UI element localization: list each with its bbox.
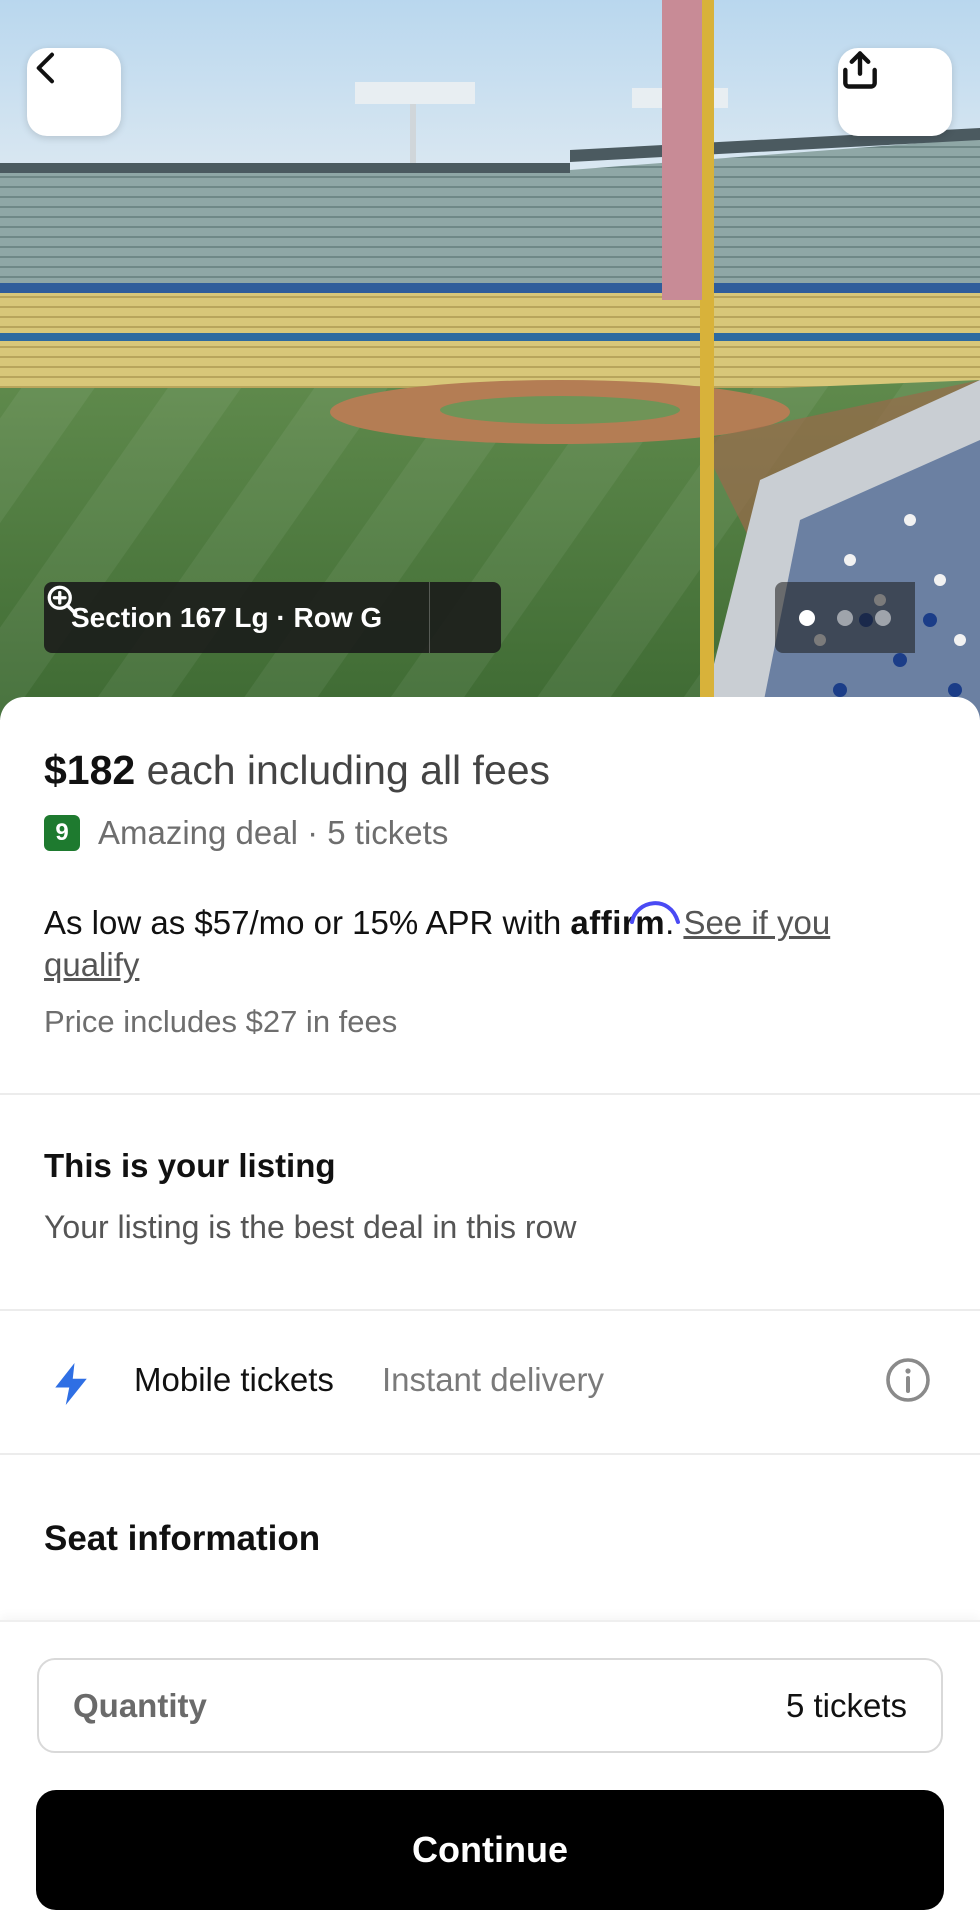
- quantity-selector[interactable]: Quantity 5 tickets: [37, 1658, 943, 1753]
- lightning-bolt-icon: [55, 1363, 87, 1405]
- listing-subtitle: Your listing is the best deal in this ro…: [44, 1209, 577, 1245]
- affirm-arc-icon: [630, 901, 681, 924]
- share-button[interactable]: [838, 48, 952, 136]
- delivery-subtitle: Instant delivery: [382, 1361, 604, 1398]
- share-icon: [843, 51, 877, 89]
- zoom-in-icon: [47, 585, 78, 616]
- deal-text: Amazing deal · 5 tickets: [98, 814, 449, 851]
- image-pager[interactable]: [775, 582, 915, 653]
- quantity-label: Quantity: [73, 1686, 207, 1724]
- back-button[interactable]: [27, 48, 121, 136]
- continue-button[interactable]: Continue: [36, 1790, 944, 1910]
- pager-dot-1[interactable]: [799, 609, 815, 626]
- deal-score-badge: 9: [44, 815, 80, 851]
- pager-dot-3[interactable]: [875, 609, 891, 626]
- divider: [0, 1093, 980, 1095]
- section-row-pill[interactable]: Section 167 Lg · Row G: [44, 582, 501, 653]
- quantity-value: 5 tickets: [785, 1686, 907, 1724]
- delivery-row[interactable]: Mobile tickets Instant delivery: [0, 1309, 980, 1453]
- financing-prefix: As low as $57/mo or 15% APR with: [44, 904, 571, 941]
- pager-dot-2[interactable]: [837, 609, 853, 626]
- price-suffix: each including all fees: [135, 747, 551, 793]
- financing-text: As low as $57/mo or 15% APR with affirm.…: [44, 901, 924, 986]
- section-row-label: Section 167 Lg · Row G: [71, 601, 383, 633]
- seat-information-heading: Seat information: [44, 1519, 321, 1558]
- listing-details-sheet: $182 each including all fees 9 Amazing d…: [0, 697, 980, 1620]
- price-line: $182 each including all fees: [44, 747, 550, 794]
- listing-title: This is your listing: [44, 1147, 336, 1184]
- chevron-left-icon: [36, 52, 54, 84]
- zoom-button[interactable]: [47, 582, 501, 653]
- deal-line: 9 Amazing deal · 5 tickets: [44, 814, 448, 852]
- fees-note: Price includes $27 in fees: [44, 1004, 398, 1039]
- price-amount: $182: [44, 747, 136, 793]
- bottom-action-bar: Quantity 5 tickets Continue: [0, 1620, 980, 1920]
- delivery-title: Mobile tickets: [134, 1361, 334, 1398]
- affirm-logo: affirm: [570, 901, 681, 941]
- info-icon[interactable]: [884, 1356, 932, 1404]
- divider: [0, 1453, 980, 1455]
- stadium-view-photo[interactable]: Section 167 Lg · Row G: [0, 0, 980, 720]
